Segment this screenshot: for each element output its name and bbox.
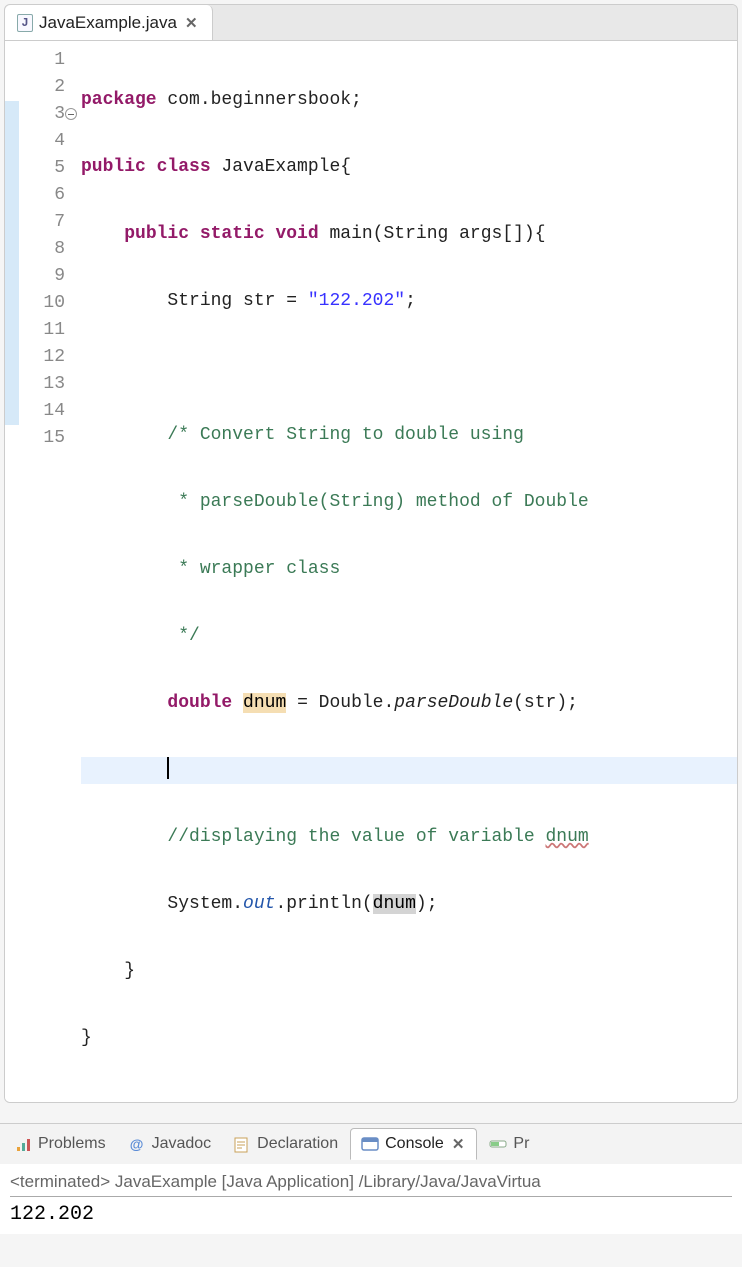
line-number: 3: [19, 101, 65, 128]
code-content[interactable]: package com.beginnersbook; public class …: [75, 47, 737, 1092]
marker-strip: [5, 47, 19, 1092]
fold-toggle-icon[interactable]: [65, 108, 77, 120]
line-number: 6: [19, 182, 65, 209]
tab-declaration[interactable]: Declaration: [223, 1129, 348, 1159]
java-file-icon: J: [17, 14, 33, 32]
tab-label: Problems: [38, 1135, 106, 1153]
line-number: 12: [19, 344, 65, 371]
line-number: 8: [19, 236, 65, 263]
console-output: 122.202: [10, 1203, 732, 1226]
console-icon: [361, 1135, 379, 1153]
tab-label: Console: [385, 1135, 444, 1153]
console-run-header: <terminated> JavaExample [Java Applicati…: [10, 1172, 732, 1197]
declaration-icon: [233, 1135, 251, 1153]
text-cursor: [167, 757, 169, 779]
line-number: 13: [19, 371, 65, 398]
line-number: 9: [19, 263, 65, 290]
tab-progress[interactable]: Pr: [479, 1129, 539, 1159]
tab-javadoc[interactable]: @ Javadoc: [118, 1129, 222, 1159]
tab-label: Pr: [513, 1135, 529, 1153]
progress-icon: [489, 1135, 507, 1153]
line-number: 2: [19, 74, 65, 101]
close-icon[interactable]: ✕: [183, 14, 200, 32]
tab-label: JavaExample.java: [39, 13, 177, 33]
problems-icon: [14, 1135, 32, 1153]
javadoc-icon: @: [128, 1135, 146, 1153]
line-number: 4: [19, 128, 65, 155]
bottom-tab-bar: Problems @ Javadoc Declaration Console ✕…: [0, 1124, 742, 1164]
bottom-panel: Problems @ Javadoc Declaration Console ✕…: [0, 1123, 742, 1234]
tab-label: Declaration: [257, 1135, 338, 1153]
tab-problems[interactable]: Problems: [4, 1129, 116, 1159]
line-number: 5: [19, 155, 65, 182]
line-number: 11: [19, 317, 65, 344]
tab-console[interactable]: Console ✕: [350, 1128, 477, 1160]
line-number: 1: [19, 47, 65, 74]
editor-pane: J JavaExample.java ✕ 1 2 3 4: [4, 4, 738, 1103]
line-number: 10: [19, 290, 65, 317]
console-body: <terminated> JavaExample [Java Applicati…: [0, 1164, 742, 1234]
line-number-gutter: 1 2 3 4 5 6 7 8 9 10 11 12 13 14 15: [19, 47, 75, 1092]
tab-label: Javadoc: [152, 1135, 212, 1153]
editor-tab[interactable]: J JavaExample.java ✕: [5, 5, 213, 40]
editor-tab-bar: J JavaExample.java ✕: [5, 5, 737, 41]
close-icon[interactable]: ✕: [450, 1135, 467, 1153]
line-number: 7: [19, 209, 65, 236]
line-number: 14: [19, 398, 65, 425]
line-number: 15: [19, 425, 65, 452]
code-area[interactable]: 1 2 3 4 5 6 7 8 9 10 11 12 13 14 15 pack…: [5, 41, 737, 1102]
